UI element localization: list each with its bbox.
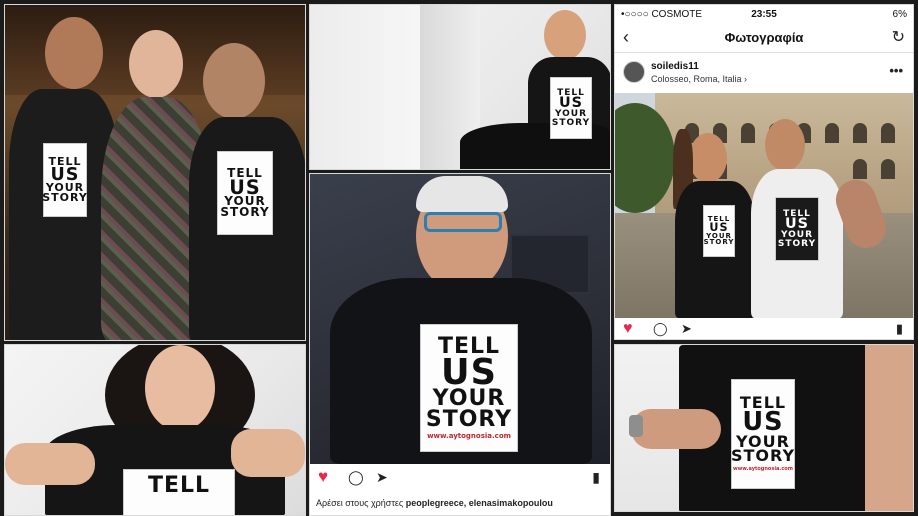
tshirt-print: TELL — [123, 469, 235, 515]
nav-bar: ‹ Φωτογραφία ↻ — [615, 23, 913, 53]
post-username[interactable]: soiledis11 — [651, 61, 699, 72]
photo-woman-sitting: TELL US YOUR STORY — [309, 4, 611, 170]
tshirt-print: TELL US YOUR STORY — [703, 205, 735, 257]
share-icon[interactable]: ➤ — [681, 321, 692, 337]
comment-icon[interactable]: ◯ — [653, 321, 668, 337]
refresh-icon[interactable]: ↻ — [892, 27, 905, 47]
photo-collage: TELL US YOUR STORY TELL US YOUR STORY TELL US YO… — [0, 0, 918, 516]
photo-man-pointing: TELL US YOUR STORY www.aytognosia.com — [614, 344, 914, 512]
comment-icon[interactable]: ◯ — [348, 469, 364, 485]
avatar[interactable] — [623, 61, 645, 83]
instagram-post-colosseum: •○○○○ COSMOTE 23:55 6% ‹ Φωτογραφία ↻ so… — [614, 4, 914, 340]
bookmark-icon[interactable]: ▮ — [592, 469, 600, 485]
carrier-label: •○○○○ COSMOTE — [621, 8, 702, 20]
tshirt-print: TELL US YOUR STORY www.aytognosia.com — [420, 324, 518, 452]
more-options-icon[interactable]: ••• — [889, 63, 903, 78]
post-actions: ♥ ◯ ➤ ▮ — [615, 318, 913, 339]
tshirt-print: TELL US YOUR STORY — [217, 151, 273, 235]
photo-tv-studio: TELL US YOUR STORY TELL US YOUR STORY — [4, 4, 306, 341]
post-header: soiledis11 Colosseo, Roma, Italia › ••• — [615, 53, 913, 93]
tshirt-print: TELL US YOUR STORY www.aytognosia.com — [731, 379, 795, 489]
back-icon[interactable]: ‹ — [623, 27, 629, 48]
post-actions: ♥ ◯ ➤ ▮ — [310, 464, 610, 492]
like-heart-icon[interactable]: ♥ — [623, 321, 633, 337]
battery-level: 6% — [892, 8, 907, 20]
likes-line: Αρέσει στους χρήστες peoplegreece, elena… — [310, 492, 610, 515]
clock: 23:55 — [751, 8, 777, 20]
tshirt-print: TELL US YOUR STORY — [550, 77, 592, 139]
bookmark-icon[interactable]: ▮ — [896, 321, 903, 337]
likes-prefix: Αρέσει στους χρήστες — [316, 498, 406, 508]
tshirt-print: TELL US YOUR STORY — [42, 143, 87, 217]
post-location[interactable]: Colosseo, Roma, Italia › — [651, 74, 747, 84]
tshirt-print: TELL US YOUR STORY — [775, 197, 819, 261]
photo-woman-holding-shirt: TELL — [4, 344, 306, 516]
like-heart-icon[interactable]: ♥ — [318, 468, 328, 485]
instagram-post-man-smiling: TELL US YOUR STORY www.aytognosia.com ♥ ◯ ➤… — [309, 173, 611, 516]
page-title: Φωτογραφία — [724, 30, 804, 45]
likes-users[interactable]: peoplegreece, elenasimakopoulou — [406, 498, 553, 508]
post-photo: TELL US YOUR STORY TELL US YOUR STORY — [615, 93, 913, 318]
status-bar: •○○○○ COSMOTE 23:55 6% — [615, 5, 913, 23]
share-icon[interactable]: ➤ — [376, 469, 388, 485]
